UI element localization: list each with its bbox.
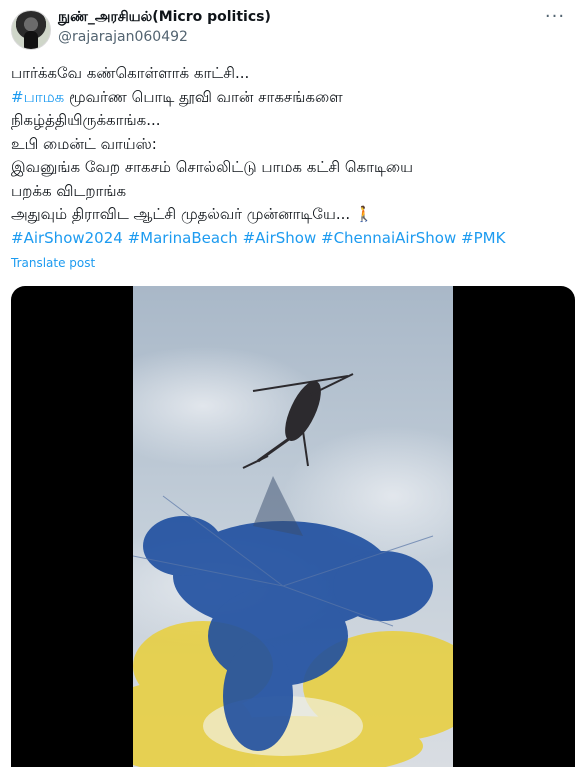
tweet-line: #பாமக மூவர்ண பொடி தூவி வான் சாகசங்களை — [11, 86, 567, 110]
hashtag-link[interactable]: #AirShow2024 — [11, 229, 123, 247]
hashtag-row: #AirShow2024 #MarinaBeach #AirShow #Chen… — [11, 227, 567, 251]
tweet-line: இவனுங்க வேற சாகசம் சொல்லிட்டு பாமக கட்சி… — [11, 158, 413, 176]
hashtag-link[interactable]: #ChennaiAirShow — [321, 229, 456, 247]
tweet-text: பார்க்கவே கண்கொள்ளாக் காட்சி... #பாமக மூ… — [11, 62, 567, 250]
author-display-name[interactable]: நுண்_அரசியல்(Micro politics) — [58, 9, 271, 27]
more-options-icon[interactable]: ··· — [543, 8, 567, 30]
translate-post-link[interactable]: Translate post — [11, 256, 95, 270]
tweet-line: பறக்க விடறாங்க — [11, 181, 127, 200]
author-handle[interactable]: @rajarajan060492 — [58, 29, 188, 45]
avatar[interactable] — [11, 10, 51, 50]
tweet-line: உபி மைன்ட் வாய்ஸ்: — [11, 134, 157, 153]
tweet-line: நிகழ்த்தியிருக்காங்க... — [11, 111, 161, 129]
hashtag-link[interactable]: #AirShow — [243, 229, 317, 247]
tweet-header: நுண்_அரசியல்(Micro politics) @rajarajan0… — [11, 8, 571, 50]
tweet-line: பார்க்கவே கண்கொள்ளாக் காட்சி... — [11, 64, 250, 82]
hashtag-link[interactable]: #பாமக — [11, 88, 64, 106]
video-thumbnail — [133, 286, 453, 767]
tweet-line-text: மூவர்ண பொடி தூவி வான் சாகசங்களை — [64, 87, 343, 106]
tweet-line: அதுவும் திராவிட ஆட்சி முதல்வர் முன்னாடிய… — [11, 205, 374, 223]
video-player[interactable] — [11, 286, 575, 767]
hashtag-link[interactable]: #PMK — [461, 229, 505, 247]
hashtag-link[interactable]: #MarinaBeach — [128, 229, 238, 247]
